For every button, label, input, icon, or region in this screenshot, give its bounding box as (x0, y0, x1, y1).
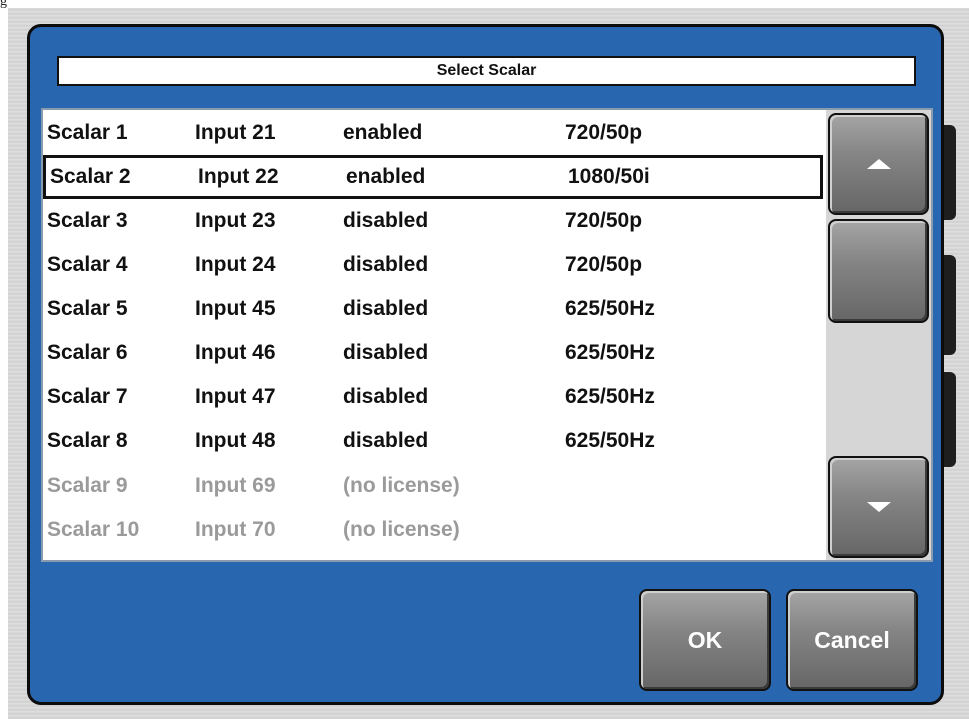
video-format: 720/50p (565, 253, 643, 276)
list-item[interactable]: Scalar 6 Input 46 disabled 625/50Hz (43, 331, 823, 375)
scalar-status: disabled (343, 209, 429, 232)
list-item[interactable]: Scalar 2 Input 22 enabled 1080/50i (43, 155, 823, 199)
video-format: 720/50p (565, 121, 643, 144)
scalar-status: disabled (343, 385, 429, 408)
input-name: Input 23 (195, 209, 276, 232)
list-item[interactable]: Scalar 4 Input 24 disabled 720/50p (43, 243, 823, 287)
cancel-button-label: Cancel (814, 626, 890, 653)
list-item[interactable]: Scalar 5 Input 45 disabled 625/50Hz (43, 287, 823, 331)
scalar-name: Scalar 3 (47, 209, 128, 232)
dialog-title: Select Scalar (57, 56, 916, 86)
ok-button[interactable]: OK (639, 589, 771, 691)
scroll-up-button[interactable] (828, 113, 929, 215)
video-format: 720/50p (565, 209, 643, 232)
chevron-down-icon (866, 502, 891, 512)
input-name: Input 69 (195, 474, 276, 497)
list-item[interactable]: Scalar 3 Input 23 disabled 720/50p (43, 199, 823, 243)
scalar-name: Scalar 7 (47, 385, 128, 408)
input-name: Input 46 (195, 341, 276, 364)
list-item[interactable]: Scalar 10 Input 70 (no license) (43, 508, 823, 552)
video-format: 1080/50i (568, 165, 650, 188)
input-name: Input 70 (195, 518, 276, 541)
scalar-name: Scalar 8 (47, 429, 128, 452)
input-name: Input 24 (195, 253, 276, 276)
scalar-status: disabled (343, 297, 429, 320)
scalar-name: Scalar 1 (47, 121, 128, 144)
page-label: g (0, 0, 7, 9)
scrollbar[interactable] (826, 110, 931, 560)
input-name: Input 45 (195, 297, 276, 320)
scalar-name: Scalar 6 (47, 341, 128, 364)
scalar-name: Scalar 10 (47, 518, 140, 541)
video-format: 625/50Hz (565, 341, 655, 364)
scalar-status: (no license) (343, 474, 460, 497)
input-name: Input 22 (198, 165, 279, 188)
scalar-status: disabled (343, 253, 429, 276)
input-name: Input 47 (195, 385, 276, 408)
bezel-tab-top (944, 125, 956, 220)
scroll-thumb[interactable] (828, 219, 929, 323)
bezel-tab-bottom (944, 372, 956, 467)
list-item[interactable]: Scalar 1 Input 21 enabled 720/50p (43, 111, 823, 155)
bezel-tab-middle (944, 255, 956, 355)
video-format: 625/50Hz (565, 297, 655, 320)
chevron-up-icon (866, 159, 891, 169)
scalar-status: (no license) (343, 518, 460, 541)
scalar-list: Scalar 1 Input 21 enabled 720/50p Scalar 2 In… (41, 108, 933, 562)
scroll-down-button[interactable] (828, 456, 929, 558)
scalar-name: Scalar 5 (47, 297, 128, 320)
scalar-status: enabled (346, 165, 426, 188)
list-item[interactable]: Scalar 9 Input 69 (no license) (43, 464, 823, 508)
input-name: Input 48 (195, 429, 276, 452)
cancel-button[interactable]: Cancel (786, 589, 918, 691)
input-name: Input 21 (195, 121, 276, 144)
list-item[interactable]: Scalar 8 Input 48 disabled 625/50Hz (43, 419, 823, 463)
scalar-name: Scalar 9 (47, 474, 128, 497)
ok-button-label: OK (687, 626, 723, 653)
scalar-status: disabled (343, 341, 429, 364)
scalar-status: disabled (343, 429, 429, 452)
video-format: 625/50Hz (565, 429, 655, 452)
scalar-status: enabled (343, 121, 423, 144)
video-format: 625/50Hz (565, 385, 655, 408)
scalar-name: Scalar 2 (50, 165, 131, 188)
scalar-name: Scalar 4 (47, 253, 128, 276)
list-item[interactable]: Scalar 7 Input 47 disabled 625/50Hz (43, 375, 823, 419)
